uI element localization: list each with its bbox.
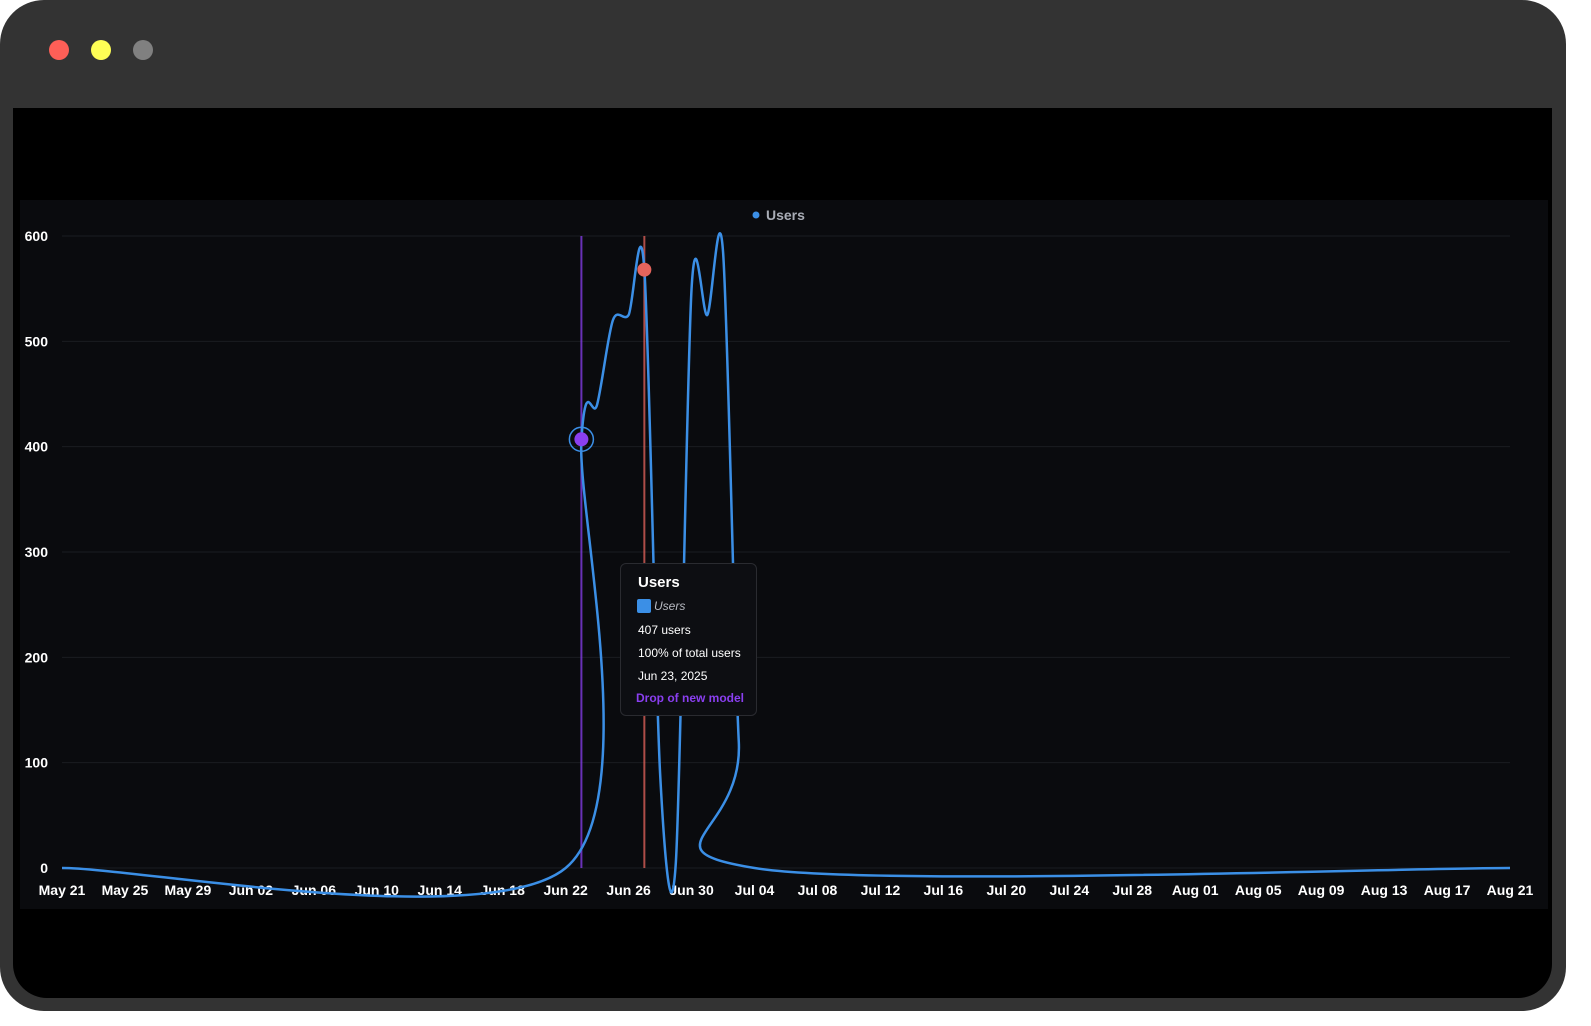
y-tick-label: 500 [25,333,49,349]
x-tick-label: Aug 21 [1487,882,1534,898]
tooltip-series-row: Users [637,599,685,613]
annotation-marker [637,262,652,277]
y-tick-label: 300 [25,544,49,560]
y-tick-label: 400 [25,439,49,455]
x-tick-label: Aug 05 [1235,882,1282,898]
x-tick-label: Jul 16 [924,882,964,898]
close-window-button[interactable] [49,40,69,60]
x-tick-label: Aug 01 [1172,882,1219,898]
chart-tooltip: Users Users 407 users 100% of total user… [620,563,757,716]
tooltip-date: Jun 23, 2025 [638,669,708,683]
x-tick-label: Jul 08 [798,882,838,898]
x-tick-label: Jul 28 [1112,882,1152,898]
x-tick-label: Jul 04 [735,882,775,898]
minimize-window-button[interactable] [91,40,111,60]
users-line-chart[interactable]: 0 100 200 300 400 500 600 May 21 May 25 May 29 Jun… [20,200,1548,909]
maximize-window-button[interactable] [133,40,153,60]
tooltip-value: 407 users [638,623,691,637]
users-series-line [61,232,1511,898]
series-color-swatch-icon [637,599,651,613]
x-tick-label: May 29 [165,882,212,898]
x-tick-label: Jul 20 [986,882,1026,898]
x-tick-label: Jul 24 [1049,882,1089,898]
x-tick-label: Jun 22 [543,882,588,898]
app-window: 0 100 200 300 400 500 600 May 21 May 25 May 29 Jun… [0,0,1566,1011]
tooltip-annotation: Drop of new model [636,691,744,705]
x-tick-label: Aug 17 [1424,882,1471,898]
tooltip-share: 100% of total users [638,646,741,660]
tooltip-series-label: Users [654,599,686,613]
x-tick-label: Aug 09 [1298,882,1345,898]
x-tick-label: Jul 12 [861,882,901,898]
legend-marker-icon [752,211,760,219]
y-tick-label: 100 [25,755,49,771]
legend-label: Users [766,207,805,223]
x-tick-label: May 25 [102,882,149,898]
content-area: 0 100 200 300 400 500 600 May 21 May 25 May 29 Jun… [13,108,1552,998]
x-tick-label: May 21 [39,882,86,898]
x-tick-label: Jun 30 [669,882,714,898]
hover-data-point [574,432,589,447]
chart-panel: 0 100 200 300 400 500 600 May 21 May 25 May 29 Jun… [20,200,1548,909]
y-tick-label: 0 [40,860,48,876]
tooltip-title: Users [638,574,680,591]
x-tick-label: Aug 13 [1361,882,1408,898]
y-tick-label: 600 [25,228,49,244]
x-tick-label: Jun 26 [606,882,651,898]
y-tick-label: 200 [25,649,49,665]
